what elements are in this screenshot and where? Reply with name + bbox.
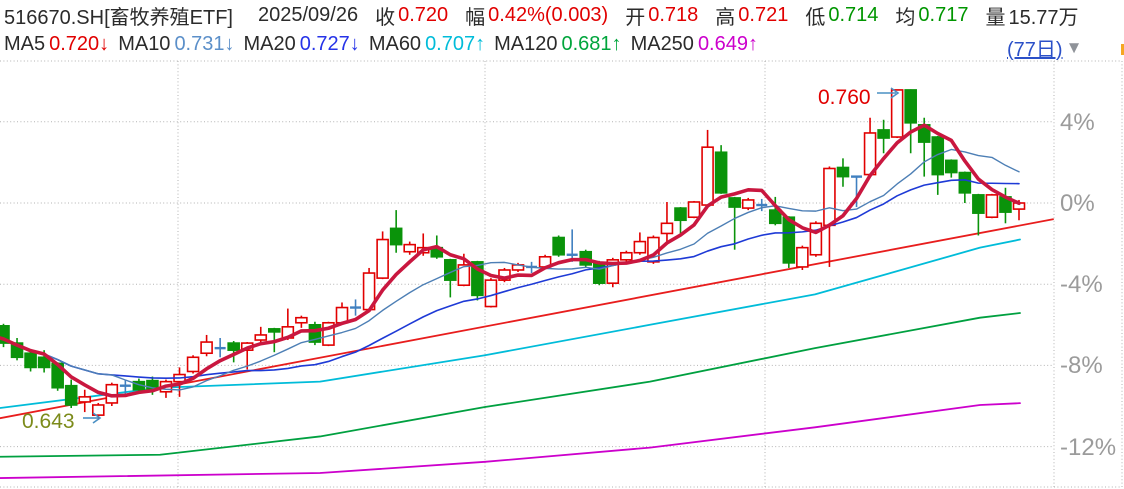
candle-body xyxy=(702,147,713,205)
field-value: 0.718 xyxy=(648,4,698,27)
ma250-line xyxy=(0,403,1020,478)
y-axis-label: 4% xyxy=(1060,111,1095,135)
candle-body xyxy=(905,90,916,123)
field-label: 开 xyxy=(625,1,645,30)
candle-body xyxy=(485,280,496,306)
candle-body xyxy=(837,167,848,176)
candle-body xyxy=(675,208,686,220)
ma-label: MA5 xyxy=(4,33,45,56)
trade-date: 2025/09/26 xyxy=(258,4,358,27)
ma-indicator: MA50.720↓ xyxy=(4,33,109,56)
candle-body xyxy=(445,260,456,280)
candle-body xyxy=(377,240,388,279)
candle-body xyxy=(743,200,754,208)
symbol-title: 516670.SH[畜牧养殖ETF] xyxy=(4,1,233,30)
candle-body xyxy=(689,202,700,217)
candle-body xyxy=(824,168,835,225)
quote-field: 量15.77万 xyxy=(985,1,1078,30)
candle-body xyxy=(255,335,266,340)
field-label: 低 xyxy=(805,1,825,30)
candle-body xyxy=(797,248,808,267)
y-axis-label: -12% xyxy=(1060,436,1116,460)
field-value: 15.77万 xyxy=(1008,1,1078,30)
ma-indicator: MA600.707↑ xyxy=(369,33,485,56)
ma-label: MA120 xyxy=(494,33,557,56)
quote-field: 幅0.42%(0.003) xyxy=(465,1,608,30)
quote-field: 低0.714 xyxy=(805,1,878,30)
candle-body xyxy=(810,223,821,254)
ma-value: 0.720↓ xyxy=(49,33,109,56)
field-value: 0.714 xyxy=(828,4,878,27)
field-label: 量 xyxy=(985,1,1005,30)
quote-field: 开0.718 xyxy=(625,1,698,30)
candle-body xyxy=(932,137,943,175)
ma-items: MA50.720↓MA100.731↓MA200.727↓MA600.707↑M… xyxy=(4,33,767,56)
candle-body xyxy=(404,245,415,252)
chart-area[interactable]: 0.760 0.643 4% 0% -4% -8% -12% xyxy=(0,58,1124,489)
candle-body xyxy=(296,318,307,323)
quote-fields: 收0.720幅0.42%(0.003)开0.718高0.721低0.714均0.… xyxy=(375,1,1095,30)
candlestick-series xyxy=(0,89,1025,420)
quote-field: 收0.720 xyxy=(375,1,448,30)
field-label: 幅 xyxy=(465,1,485,30)
ma-indicator: MA2500.649↑ xyxy=(631,33,758,56)
ma-value: 0.727↓ xyxy=(300,33,360,56)
candle-body xyxy=(79,397,90,402)
candle-body xyxy=(783,217,794,263)
candle-body xyxy=(201,342,212,353)
ma-label: MA250 xyxy=(631,33,694,56)
ma-label: MA20 xyxy=(244,33,296,56)
candle-body xyxy=(66,386,77,405)
price-chart-svg[interactable]: 0.760 0.643 xyxy=(0,58,1124,489)
candle-body xyxy=(188,357,199,371)
quote-header-row: 516670.SH[畜牧养殖ETF] 2025/09/26 收0.720 幅0.4… xyxy=(4,2,1096,29)
ma-value: 0.649↑ xyxy=(698,33,758,56)
candle-body xyxy=(391,228,402,244)
grid xyxy=(0,61,1122,487)
y-axis-label: 0% xyxy=(1060,192,1095,216)
ma-value: 0.731↓ xyxy=(174,33,234,56)
candle-body xyxy=(634,242,645,253)
field-label: 均 xyxy=(895,1,915,30)
candle-body xyxy=(878,130,889,138)
candle-body xyxy=(729,198,740,207)
candle-body xyxy=(986,195,997,217)
field-value: 0.721 xyxy=(738,4,788,27)
annotation-high: 0.760 xyxy=(818,86,898,109)
ma-label: MA60 xyxy=(369,33,421,56)
field-label: 收 xyxy=(375,1,395,30)
candle-body xyxy=(661,223,672,233)
ma-indicator: MA100.731↓ xyxy=(118,33,234,56)
candle-body xyxy=(959,173,970,193)
field-value: 0.720 xyxy=(398,4,448,27)
candle-body xyxy=(594,263,605,283)
annotation-text-high: 0.760 xyxy=(818,86,871,109)
chevron-down-icon[interactable]: ▼ xyxy=(1066,38,1083,58)
ma-indicator: MA200.727↓ xyxy=(244,33,360,56)
ma-value: 0.707↑ xyxy=(425,33,485,56)
candle-body xyxy=(228,343,239,350)
candle-body xyxy=(553,238,564,255)
ma-indicator-row: MA50.720↓MA100.731↓MA200.727↓MA600.707↑M… xyxy=(4,31,767,57)
candle-body xyxy=(269,329,280,332)
candle-body xyxy=(946,160,957,172)
ma-indicator: MA1200.681↑ xyxy=(494,33,621,56)
ma-label: MA10 xyxy=(118,33,170,56)
ma-value: 0.681↑ xyxy=(562,33,622,56)
field-value: 0.42%(0.003) xyxy=(488,4,608,27)
annotation-low: 0.643 xyxy=(22,410,100,433)
quote-field: 均0.717 xyxy=(895,1,968,30)
field-value: 0.717 xyxy=(918,4,968,27)
candle-body xyxy=(621,253,632,260)
quote-field: 高0.721 xyxy=(715,1,788,30)
candle-body xyxy=(973,195,984,213)
y-axis-label: -4% xyxy=(1060,273,1103,297)
y-axis-label: -8% xyxy=(1060,354,1103,378)
candle-body xyxy=(25,353,36,367)
field-label: 高 xyxy=(715,1,735,30)
candle-body xyxy=(716,152,727,193)
annotation-text-low: 0.643 xyxy=(22,410,75,433)
